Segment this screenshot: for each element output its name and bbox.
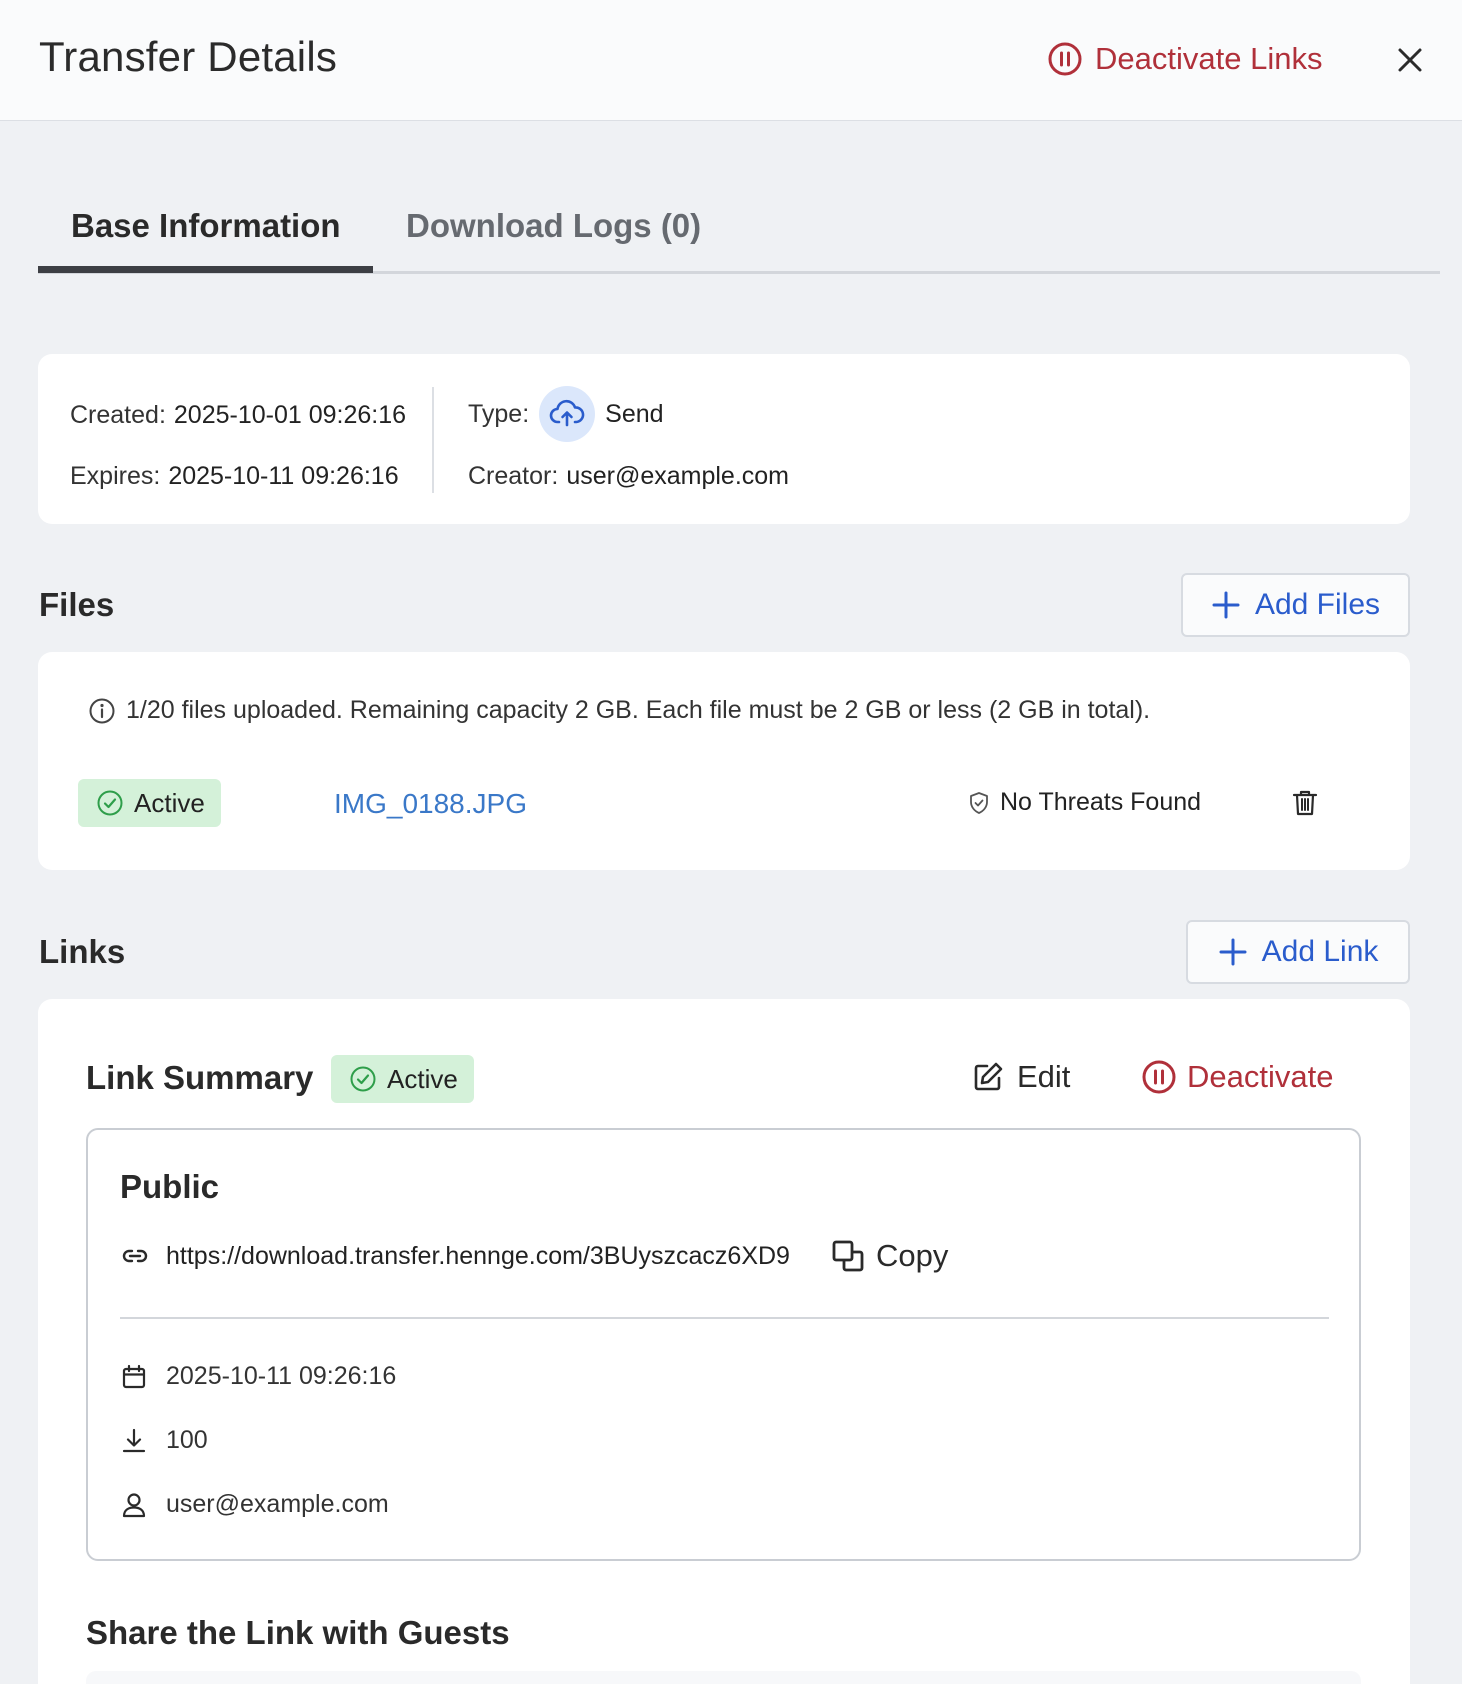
files-section-title: Files xyxy=(39,586,115,623)
link-download-limit-value: 100 xyxy=(166,1426,208,1454)
base-info-card: Created: 2025-10-01 09:26:16 Expires: 20… xyxy=(38,354,1410,524)
plus-icon xyxy=(1219,938,1247,966)
dialog-header: Transfer Details Deactivate Links xyxy=(0,0,1462,121)
download-icon xyxy=(122,1428,146,1452)
expires-label: Expires: xyxy=(70,462,161,490)
link-expiry-value: 2025-10-11 09:26:16 xyxy=(166,1362,397,1390)
check-circle-icon xyxy=(350,1066,376,1092)
tab-base-information[interactable]: Base Information xyxy=(71,207,341,245)
link-download-limit-row: 100 xyxy=(120,1426,208,1455)
link-status-badge: Active xyxy=(331,1055,474,1103)
trash-icon xyxy=(1292,790,1318,816)
file-name-link[interactable]: IMG_0188.JPG xyxy=(334,788,527,820)
link-status-label: Active xyxy=(387,1063,458,1094)
close-icon xyxy=(1398,48,1422,72)
info-divider xyxy=(432,387,434,493)
links-section-title: Links xyxy=(39,933,126,970)
deactivate-link-button[interactable]: Deactivate xyxy=(1141,1059,1333,1095)
copy-label: Copy xyxy=(875,1238,949,1273)
calendar-icon xyxy=(122,1364,146,1388)
type-row: Type: Send xyxy=(468,386,664,442)
share-guests-panel xyxy=(86,1671,1361,1684)
file-status-badge: Active xyxy=(78,779,221,827)
link-owner-value: user@example.com xyxy=(166,1490,389,1518)
type-value: Send xyxy=(605,399,664,428)
plus-icon xyxy=(1212,591,1240,619)
delete-file-button[interactable] xyxy=(1290,788,1320,818)
info-icon xyxy=(89,698,115,723)
creator-value: user@example.com xyxy=(566,462,789,490)
creator-row: Creator: user@example.com xyxy=(468,462,789,491)
link-summary-title: Link Summary xyxy=(86,1059,314,1096)
link-url-row: https://download.transfer.hennge.com/3BU… xyxy=(120,1238,948,1274)
add-files-label: Add Files xyxy=(1254,588,1381,621)
active-tab-indicator xyxy=(38,266,373,273)
tab-bar: Base Information Download Logs (0) xyxy=(38,185,1440,274)
created-label: Created: xyxy=(70,401,166,429)
tab-download-logs[interactable]: Download Logs (0) xyxy=(406,207,701,245)
link-box-divider xyxy=(120,1317,1329,1319)
deactivate-label: Deactivate xyxy=(1187,1059,1334,1094)
creator-label: Creator: xyxy=(468,462,559,490)
user-icon xyxy=(122,1492,146,1517)
shield-check-icon xyxy=(970,791,988,814)
add-link-label: Add Link xyxy=(1261,935,1379,968)
deactivate-links-label: Deactivate Links xyxy=(1095,41,1323,76)
link-icon xyxy=(122,1249,148,1263)
files-card: 1/20 files uploaded. Remaining capacity … xyxy=(38,652,1410,870)
edit-link-button[interactable]: Edit xyxy=(971,1059,1070,1095)
edit-label: Edit xyxy=(1017,1059,1071,1094)
pause-circle-icon xyxy=(1048,42,1082,76)
files-info-text: 1/20 files uploaded. Remaining capacity … xyxy=(88,696,1150,725)
created-row: Created: 2025-10-01 09:26:16 xyxy=(70,401,406,430)
link-owner-row: user@example.com xyxy=(120,1490,389,1519)
public-link-box: Public https://download.transfer.hennge.… xyxy=(86,1128,1361,1561)
scan-result: No Threats Found xyxy=(968,788,1201,817)
add-files-button[interactable]: Add Files xyxy=(1181,573,1410,637)
deactivate-links-button[interactable]: Deactivate Links xyxy=(1047,38,1322,80)
type-label: Type: xyxy=(468,399,530,428)
check-circle-icon xyxy=(97,790,123,816)
share-section-title: Share the Link with Guests xyxy=(86,1614,510,1651)
scan-result-label: No Threats Found xyxy=(1000,788,1202,816)
public-link-title: Public xyxy=(120,1168,220,1205)
pause-circle-icon xyxy=(1142,1060,1176,1094)
expires-row: Expires: 2025-10-11 09:26:16 xyxy=(70,462,399,491)
copy-link-button[interactable]: Copy xyxy=(830,1238,948,1274)
created-value: 2025-10-01 09:26:16 xyxy=(173,401,407,429)
file-status-label: Active xyxy=(134,787,205,818)
copy-icon xyxy=(832,1240,864,1272)
cloud-upload-icon xyxy=(539,386,596,442)
link-url[interactable]: https://download.transfer.hennge.com/3BU… xyxy=(166,1242,790,1271)
edit-icon xyxy=(974,1062,1003,1091)
add-link-button[interactable]: Add Link xyxy=(1186,920,1410,984)
link-expiry-row: 2025-10-11 09:26:16 xyxy=(120,1362,396,1391)
page-title: Transfer Details xyxy=(39,33,338,80)
files-info-label: 1/20 files uploaded. Remaining capacity … xyxy=(126,696,1151,724)
close-button[interactable] xyxy=(1390,40,1430,80)
expires-value: 2025-10-11 09:26:16 xyxy=(168,462,399,490)
links-card: Link Summary Active Edit Deactivate Publ… xyxy=(38,999,1410,1684)
